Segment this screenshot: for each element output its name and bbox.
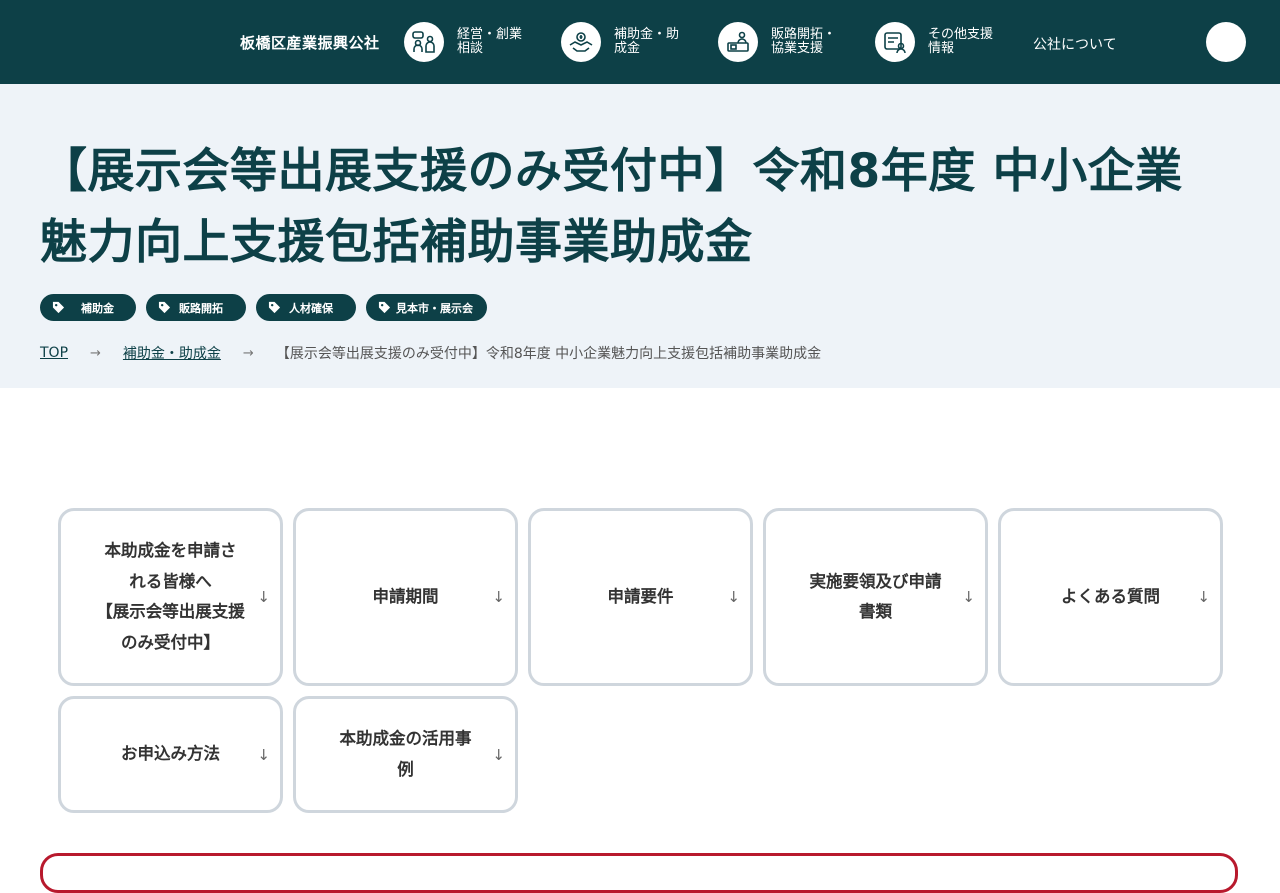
- tag-hr[interactable]: 人材確保: [256, 294, 356, 321]
- nav-sales[interactable]: 販路開拓・ 協業支援: [718, 22, 851, 62]
- sales-booth-icon: [718, 22, 758, 62]
- anchor-label: 申請要件: [607, 586, 674, 606]
- tag-sales[interactable]: 販路開拓: [146, 294, 246, 321]
- tag-icon: [158, 301, 171, 314]
- tag-icon: [268, 301, 281, 314]
- anchor-label: 実施要領及び申請 書類: [809, 571, 942, 622]
- breadcrumb-subsidy[interactable]: 補助金・助成金: [123, 343, 221, 363]
- anchor-period[interactable]: 申請期間 ↓: [293, 508, 518, 686]
- anchor-case-studies[interactable]: 本助成金の活用事例 ↓: [293, 696, 518, 813]
- arrow-down-icon: ↓: [257, 745, 270, 764]
- document-person-icon: [875, 22, 915, 62]
- site-header: 板橋区産業振興公社 経営・創業 相談 補助金・助 成金 販路開拓・ 協業支援 そ…: [0, 0, 1280, 84]
- anchor-label: よくある質問: [1061, 586, 1160, 606]
- menu-button[interactable]: [1206, 22, 1246, 62]
- nav-sales-label: 販路開拓・ 協業支援: [771, 27, 837, 56]
- arrow-down-icon: ↓: [1197, 588, 1210, 606]
- consultation-icon: [404, 22, 444, 62]
- site-logo[interactable]: 板橋区産業振興公社: [240, 32, 380, 53]
- page-hero: 【展示会等出展支援のみ受付中】令和8年度 中小企業 魅力向上支援包括補助事業助成…: [0, 84, 1280, 388]
- nav-consultation[interactable]: 経営・創業 相談: [404, 22, 537, 62]
- arrow-down-icon: ↓: [257, 588, 270, 606]
- nav-other-label: その他支援 情報: [928, 27, 994, 56]
- tag-icon: [52, 301, 65, 314]
- anchor-label: 申請期間: [372, 586, 439, 606]
- notice-box: [40, 853, 1238, 893]
- anchor-how-to-apply[interactable]: お申込み方法 ↓: [58, 696, 283, 813]
- arrow-down-icon: ↓: [492, 745, 505, 764]
- anchor-label: お申込み方法: [121, 744, 220, 764]
- anchor-label: 本助成金の活用事例: [339, 729, 472, 779]
- tag-list: 補助金 販路開拓 人材確保 見本市・展示会: [40, 294, 487, 321]
- anchor-guidelines[interactable]: 実施要領及び申請 書類 ↓: [763, 508, 988, 686]
- arrow-down-icon: ↓: [727, 588, 740, 606]
- nav-consultation-label: 経営・創業 相談: [457, 27, 523, 56]
- subsidy-handshake-icon: [561, 22, 601, 62]
- anchor-to-applicants[interactable]: 本助成金を申請さ れる皆様へ 【展示会等出展支援 のみ受付中】 ↓: [58, 508, 283, 686]
- breadcrumb: TOP → 補助金・助成金 → 【展示会等出展支援のみ受付中】令和8年度 中小企…: [40, 343, 821, 363]
- nav-subsidy[interactable]: 補助金・助 成金: [561, 22, 694, 62]
- breadcrumb-top[interactable]: TOP: [40, 345, 68, 361]
- nav-about[interactable]: 公社について: [1033, 34, 1117, 54]
- tag-expo[interactable]: 見本市・展示会: [366, 294, 487, 321]
- anchor-requirements[interactable]: 申請要件 ↓: [528, 508, 753, 686]
- breadcrumb-separator: →: [90, 345, 101, 361]
- breadcrumb-separator: →: [242, 345, 254, 361]
- arrow-down-icon: ↓: [492, 588, 505, 606]
- page-title: 【展示会等出展支援のみ受付中】令和8年度 中小企業 魅力向上支援包括補助事業助成…: [40, 144, 1183, 270]
- arrow-down-icon: ↓: [962, 588, 975, 606]
- breadcrumb-current: 【展示会等出展支援のみ受付中】令和8年度 中小企業魅力向上支援包括補助事業助成金: [275, 346, 822, 362]
- nav-other[interactable]: その他支援 情報: [875, 22, 1008, 62]
- anchor-faq[interactable]: よくある質問 ↓: [998, 508, 1223, 686]
- tag-icon: [378, 301, 391, 314]
- anchor-label: 本助成金を申請さ れる皆様へ 【展示会等出展支援 のみ受付中】: [96, 541, 245, 652]
- tag-subsidy[interactable]: 補助金: [40, 294, 136, 321]
- nav-subsidy-label: 補助金・助 成金: [614, 27, 680, 56]
